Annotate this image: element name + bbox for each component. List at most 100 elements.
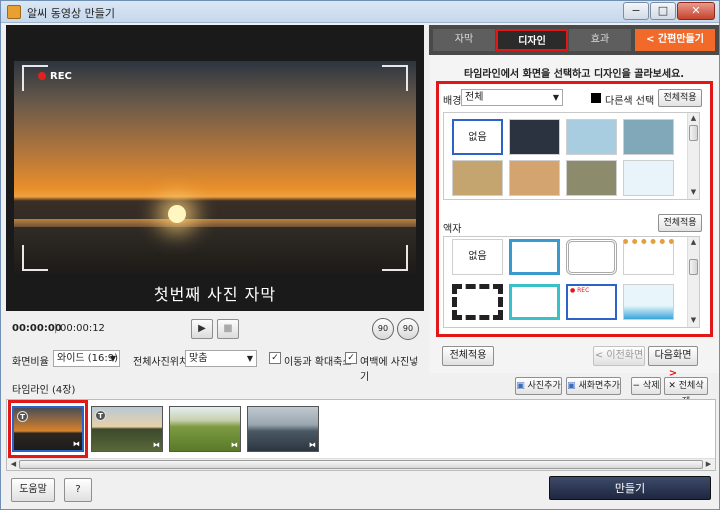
- other-color-label[interactable]: 다른색 선택: [605, 92, 654, 107]
- background-select[interactable]: 전체 ▼: [461, 89, 563, 106]
- timeline: T ⧓ T ⧓ ⧓ ⧓ ◀ ▶: [6, 399, 716, 471]
- transition-icon[interactable]: ⧓: [153, 441, 160, 449]
- app-window: 알씨 동영상 만들기 − □ ✕ REC 첫번째 사진 자막 00:00:00 …: [0, 0, 720, 510]
- frame-thumb[interactable]: [509, 239, 560, 275]
- maximize-button[interactable]: □: [650, 2, 676, 20]
- help-button[interactable]: 도움말: [11, 478, 55, 502]
- tab-quick-make[interactable]: < 간편만들기: [635, 29, 715, 51]
- next-screen-button[interactable]: 다음화면 >: [648, 346, 698, 379]
- frame-thumb[interactable]: [623, 284, 674, 320]
- tab-effect[interactable]: 효과: [569, 29, 631, 51]
- frame-grid: 없음 ● REC ▲ ▼: [443, 236, 700, 328]
- frame-scrollbar[interactable]: ▲ ▼: [687, 237, 699, 327]
- timeline-clip[interactable]: T ⧓: [12, 406, 84, 452]
- scroll-up-icon[interactable]: ▲: [688, 114, 699, 124]
- chevron-down-icon: ▼: [246, 354, 253, 363]
- background-none[interactable]: 없음: [452, 119, 503, 155]
- color-swatch[interactable]: [591, 93, 601, 103]
- sun-image: [168, 205, 186, 223]
- transition-icon[interactable]: ⧓: [309, 441, 316, 449]
- aspect-select[interactable]: 와이드 (16:9) ▼: [53, 350, 120, 367]
- timeline-clip[interactable]: ⧓: [169, 406, 241, 452]
- background-thumb[interactable]: [566, 160, 617, 196]
- app-icon: [7, 5, 21, 19]
- move-zoom-checkbox[interactable]: ✓: [269, 352, 281, 364]
- position-select[interactable]: 맞춤 ▼: [185, 350, 257, 367]
- chevron-left-icon: <: [646, 34, 655, 45]
- tab-design[interactable]: 디자인: [496, 29, 568, 51]
- text-badge-icon: T: [95, 410, 106, 421]
- aspect-label: 화면비율: [12, 357, 49, 368]
- timeline-header: 타임라인 (4장) ▣ 사진추가 ▣ 새화면추가 − 삭제 ✕ 전체삭제: [6, 375, 716, 407]
- background-label: 배경: [443, 96, 462, 107]
- add-new-screen-button[interactable]: ▣ 새화면추가: [566, 377, 621, 395]
- timeline-clip[interactable]: T ⧓: [91, 406, 163, 452]
- background-thumb[interactable]: [623, 119, 674, 155]
- total-time: 00:00:12: [60, 323, 105, 334]
- rec-dot-icon: [38, 72, 46, 80]
- frame-label: 액자: [443, 224, 462, 235]
- scroll-down-icon[interactable]: ▼: [688, 316, 699, 326]
- frame-thumb[interactable]: [509, 284, 560, 320]
- playback-controls: 00:00:00 | 00:00:12 ▶ ■ 90 90: [6, 313, 424, 343]
- add-photo-icon: ▣: [516, 381, 525, 391]
- frame-apply-all-button[interactable]: 전체적용: [658, 214, 702, 232]
- preview-caption: 첫번째 사진 자막: [153, 285, 277, 304]
- tab-bar: 자막 디자인 효과 < 간편만들기: [429, 25, 719, 55]
- frame-thumb[interactable]: [623, 239, 674, 275]
- minimize-button[interactable]: −: [623, 2, 649, 20]
- frame-thumb[interactable]: [566, 239, 617, 275]
- window-title: 알씨 동영상 만들기: [27, 7, 115, 20]
- tab-subtitle[interactable]: 자막: [433, 29, 495, 51]
- background-thumb[interactable]: [509, 119, 560, 155]
- text-badge-icon: T: [17, 411, 28, 422]
- timeline-scrollbar[interactable]: ◀ ▶: [7, 458, 715, 470]
- bottom-bar: 도움말 ? 만들기: [6, 475, 716, 505]
- title-bar: 알씨 동영상 만들기 − □ ✕: [1, 1, 719, 23]
- frame-thumb-rec[interactable]: ● REC: [566, 284, 617, 320]
- stop-button[interactable]: ■: [217, 319, 239, 339]
- question-button[interactable]: ?: [64, 478, 92, 502]
- transition-icon[interactable]: ⧓: [73, 440, 80, 448]
- rec-indicator: REC: [38, 71, 72, 82]
- delete-button[interactable]: − 삭제: [631, 377, 661, 395]
- scroll-up-icon[interactable]: ▲: [688, 238, 699, 248]
- background-thumb[interactable]: [509, 160, 560, 196]
- position-label: 전체사진위치: [133, 357, 189, 368]
- rotate-left-button[interactable]: 90: [372, 318, 394, 340]
- stop-icon: ■: [223, 323, 233, 334]
- close-button[interactable]: ✕: [677, 2, 715, 20]
- frame-corner-tr: [382, 65, 408, 91]
- background-thumb[interactable]: [452, 160, 503, 196]
- design-panel: 타임라인에서 화면을 선택하고 디자인을 골라보세요. 배경 전체 ▼ 다른색 선…: [429, 55, 719, 379]
- make-button[interactable]: 만들기: [549, 476, 711, 500]
- delete-all-button[interactable]: ✕ 전체삭제: [664, 377, 708, 407]
- previous-screen-button[interactable]: < 이전화면: [593, 346, 645, 366]
- transition-icon[interactable]: ⧓: [231, 441, 238, 449]
- scroll-left-icon[interactable]: ◀: [8, 460, 19, 470]
- apply-all-button[interactable]: 전체적용: [442, 346, 494, 366]
- frame-none[interactable]: 없음: [452, 239, 503, 275]
- background-grid: 없음 ▲ ▼: [443, 112, 700, 200]
- margin-photo-checkbox[interactable]: ✓: [345, 352, 357, 364]
- timeline-clip[interactable]: ⧓: [247, 406, 319, 452]
- scroll-right-icon[interactable]: ▶: [703, 460, 714, 470]
- background-apply-all-button[interactable]: 전체적용: [658, 89, 702, 107]
- x-icon: ✕: [668, 381, 676, 391]
- frame-corner-br: [382, 245, 408, 271]
- chevron-down-icon: ▼: [109, 354, 116, 363]
- video-preview: REC 첫번째 사진 자막: [6, 25, 424, 311]
- background-thumb[interactable]: [566, 119, 617, 155]
- chevron-down-icon: ▼: [552, 93, 559, 102]
- minus-icon: −: [632, 381, 641, 391]
- frame-thumb[interactable]: [452, 284, 503, 320]
- scroll-down-icon[interactable]: ▼: [688, 188, 699, 198]
- frame-corner-bl: [22, 245, 48, 271]
- background-scrollbar[interactable]: ▲ ▼: [687, 113, 699, 199]
- rotate-right-button[interactable]: 90: [397, 318, 419, 340]
- add-photo-button[interactable]: ▣ 사진추가: [515, 377, 562, 395]
- background-thumb[interactable]: [623, 160, 674, 196]
- play-button[interactable]: ▶: [191, 319, 213, 339]
- design-options-highlight: 배경 전체 ▼ 다른색 선택 전체적용 없음 ▲ ▼ 액자 전체적용 없음 ● …: [436, 81, 713, 337]
- preview-image: [14, 61, 416, 273]
